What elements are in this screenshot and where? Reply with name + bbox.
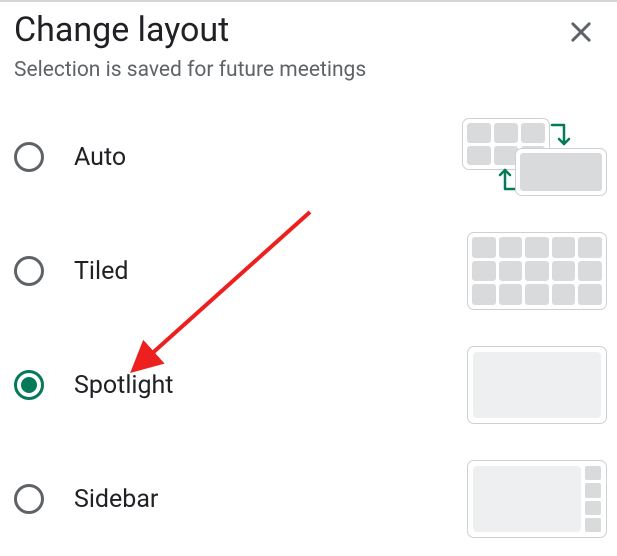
option-sidebar[interactable]: Sidebar — [14, 442, 607, 556]
dialog-subtitle: Selection is saved for future meetings — [0, 50, 617, 82]
option-tiled[interactable]: Tiled — [14, 214, 607, 328]
radio-auto[interactable] — [14, 142, 44, 172]
close-icon — [567, 18, 595, 46]
option-label-spotlight: Spotlight — [74, 371, 173, 400]
thumbnail-auto-icon — [462, 118, 607, 196]
radio-spotlight[interactable] — [14, 370, 44, 400]
option-label-auto: Auto — [74, 143, 126, 172]
option-auto[interactable]: Auto — [14, 100, 607, 214]
option-label-sidebar: Sidebar — [74, 485, 158, 514]
thumbnail-spotlight-icon — [467, 346, 607, 424]
thumbnail-tiled-icon — [467, 232, 607, 310]
close-button[interactable] — [563, 14, 599, 50]
layout-options: Auto Tiled Spot — [0, 82, 617, 556]
option-label-tiled: Tiled — [74, 257, 128, 286]
thumbnail-sidebar-icon — [467, 460, 607, 538]
dialog-title: Change layout — [14, 10, 229, 50]
radio-tiled[interactable] — [14, 256, 44, 286]
option-spotlight[interactable]: Spotlight — [14, 328, 607, 442]
radio-sidebar[interactable] — [14, 484, 44, 514]
